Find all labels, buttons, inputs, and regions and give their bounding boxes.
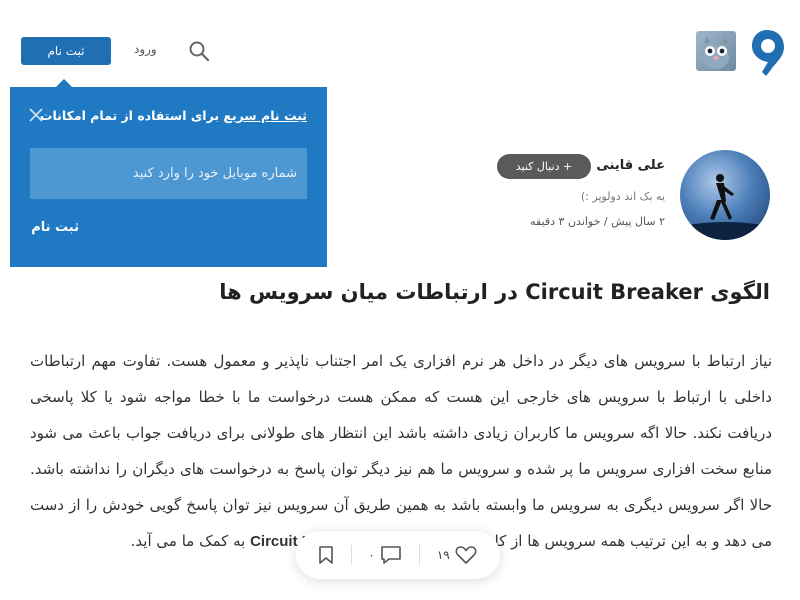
signup-button[interactable]: ثبت نام — [21, 37, 111, 65]
like-count: ۱۹ — [436, 548, 450, 562]
bookmark-button[interactable] — [318, 545, 334, 565]
post-meta: ۲ سال پیش / خواندن ۳ دقیقه — [530, 215, 665, 228]
comment-count: ۰ — [368, 548, 375, 562]
comment-button[interactable]: ۰ — [368, 544, 402, 566]
divider — [350, 545, 352, 565]
post-title: الگوی Circuit Breaker در ارتباطات میان س… — [219, 280, 770, 304]
post-body-end: به کمک ما می آید. — [130, 532, 251, 550]
publication-avatar[interactable] — [696, 31, 736, 71]
follow-button[interactable]: + دنبال کنید — [497, 154, 591, 179]
author-name[interactable]: علی قاینی — [596, 158, 665, 173]
post-body: نیاز ارتباط با سرویس های دیگر در داخل هر… — [30, 343, 772, 560]
bookmark-icon — [319, 546, 334, 564]
author-avatar[interactable] — [680, 150, 770, 240]
like-button[interactable]: ۱۹ — [437, 544, 478, 566]
author-bio: یه بک اند دولوپر :) — [580, 190, 665, 203]
comment-icon — [380, 546, 401, 564]
login-link[interactable]: ورود — [134, 42, 157, 56]
popup-signup-button[interactable]: ثبت نام — [31, 220, 79, 235]
post-action-bar: ۰ ۱۹ — [296, 531, 500, 579]
popup-title-highlight[interactable]: ثبت نام سریع — [223, 108, 307, 123]
virgool-logo[interactable] — [746, 26, 788, 78]
search-icon[interactable] — [188, 40, 210, 62]
phone-input[interactable] — [30, 148, 307, 199]
heart-icon — [455, 546, 477, 564]
signup-popup: ثبت نام سریع برای استفاده از تمام امکانا… — [10, 87, 327, 267]
divider — [419, 545, 421, 565]
close-icon[interactable] — [28, 107, 44, 123]
post-body-text: نیاز ارتباط با سرویس های دیگر در داخل هر… — [30, 352, 772, 550]
popup-title-text: برای استفاده از تمام امکانات — [39, 108, 224, 123]
popup-title: ثبت نام سریع برای استفاده از تمام امکانا… — [40, 108, 307, 123]
